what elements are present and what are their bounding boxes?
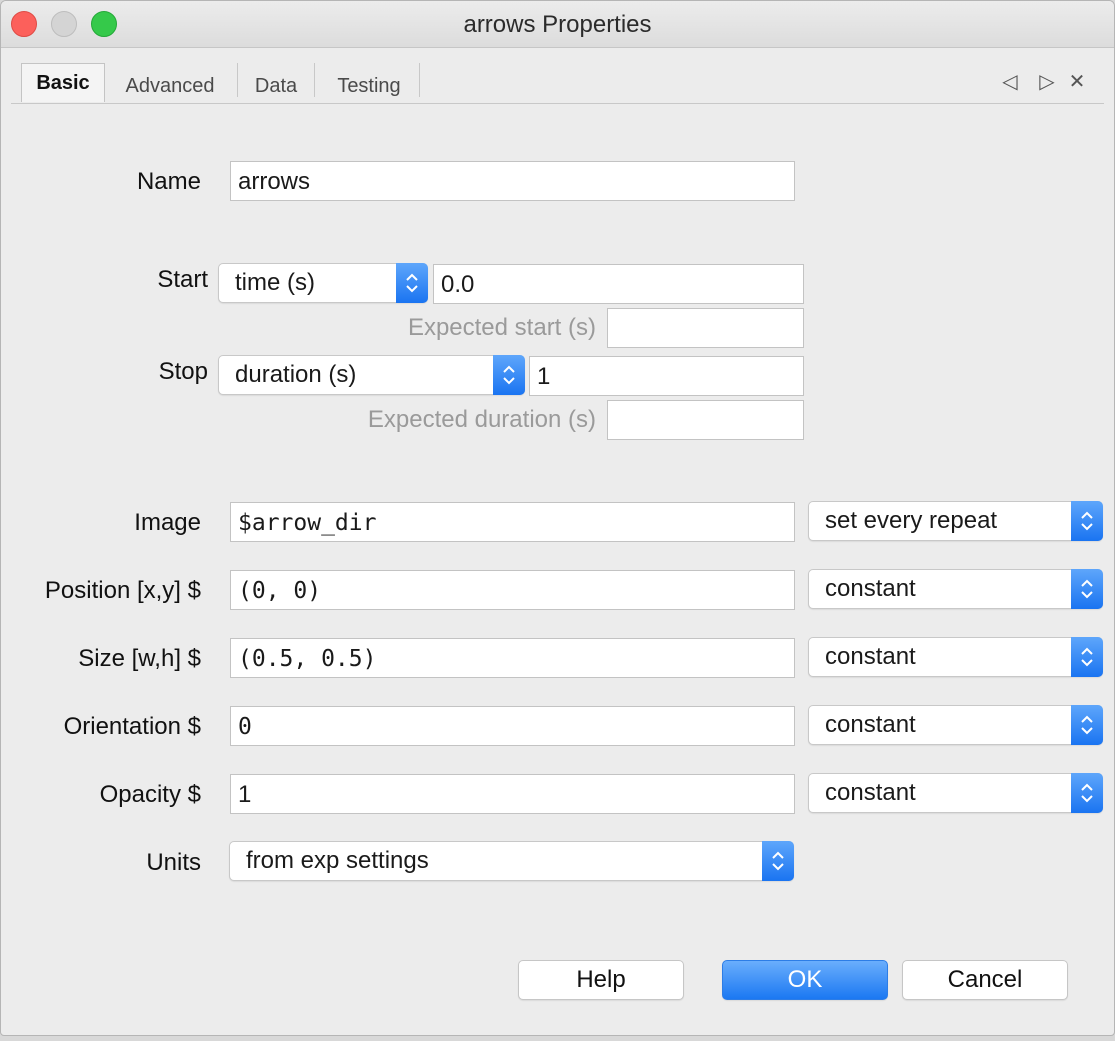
- ok-button[interactable]: OK: [722, 960, 888, 1000]
- tab-next-icon[interactable]: ▷: [1035, 69, 1059, 94]
- start-label: Start: [157, 266, 208, 293]
- units-select[interactable]: from exp settings: [229, 841, 794, 881]
- position-update-select[interactable]: constant: [808, 569, 1103, 609]
- window-title: arrows Properties: [463, 11, 652, 38]
- position-input[interactable]: (0, 0): [230, 570, 795, 610]
- stop-label: Stop: [158, 358, 208, 385]
- orientation-update-value: constant: [825, 711, 916, 738]
- tab-separator: [314, 63, 315, 97]
- start-type-value: time (s): [235, 269, 315, 296]
- stepper-arrows-icon: [1071, 569, 1103, 609]
- size-label: Size [w,h] $: [78, 645, 201, 672]
- stepper-arrows-icon: [493, 355, 525, 395]
- help-button[interactable]: Help: [518, 960, 684, 1000]
- size-update-select[interactable]: constant: [808, 637, 1103, 677]
- tab-basic[interactable]: Basic: [21, 63, 105, 102]
- expected-duration-label: Expected duration (s): [367, 406, 596, 433]
- image-input[interactable]: $arrow_dir: [230, 502, 795, 542]
- tab-advanced[interactable]: Advanced: [107, 67, 233, 101]
- name-label: Name: [136, 168, 201, 195]
- stop-type-value: duration (s): [235, 361, 357, 388]
- stepper-arrows-icon: [1071, 637, 1103, 677]
- name-input[interactable]: arrows: [230, 161, 795, 201]
- stepper-arrows-icon: [1071, 705, 1103, 745]
- opacity-update-select[interactable]: constant: [808, 773, 1103, 813]
- stop-type-select[interactable]: duration (s): [218, 355, 525, 395]
- position-label: Position [x,y] $: [44, 577, 201, 604]
- start-type-select[interactable]: time (s): [218, 263, 428, 303]
- expected-duration-input[interactable]: [607, 400, 804, 440]
- opacity-input[interactable]: 1: [230, 774, 795, 814]
- stepper-arrows-icon: [1071, 501, 1103, 541]
- tab-prev-icon[interactable]: ◁: [998, 69, 1022, 94]
- opacity-update-value: constant: [825, 779, 916, 806]
- image-label: Image: [134, 509, 201, 536]
- start-value-input[interactable]: 0.0: [433, 264, 804, 304]
- size-input[interactable]: (0.5, 0.5): [230, 638, 795, 678]
- title-bar: arrows Properties: [1, 1, 1114, 48]
- position-update-value: constant: [825, 575, 916, 602]
- stepper-arrows-icon: [1071, 773, 1103, 813]
- orientation-input[interactable]: 0: [230, 706, 795, 746]
- units-value: from exp settings: [246, 847, 429, 874]
- image-update-select[interactable]: set every repeat: [808, 501, 1103, 541]
- stop-value-input[interactable]: 1: [529, 356, 804, 396]
- properties-dialog: arrows Properties Basic Advanced Data Te…: [0, 0, 1115, 1036]
- units-label: Units: [146, 849, 201, 876]
- image-update-value: set every repeat: [825, 507, 998, 534]
- expected-start-input[interactable]: [607, 308, 804, 348]
- expected-start-label: Expected start (s): [407, 314, 596, 341]
- basic-panel: Name arrows Start time (s) 0.0 Expected …: [11, 103, 1104, 1035]
- opacity-label: Opacity $: [99, 781, 201, 808]
- tab-close-icon[interactable]: ✕: [1065, 69, 1089, 94]
- tab-testing[interactable]: Testing: [318, 67, 420, 101]
- tab-separator: [419, 63, 420, 97]
- cancel-button[interactable]: Cancel: [902, 960, 1068, 1000]
- stepper-arrows-icon: [762, 841, 794, 881]
- tab-separator: [237, 63, 238, 97]
- tab-bar: Basic Advanced Data Testing ◁ ▷ ✕: [11, 63, 1104, 103]
- tab-data[interactable]: Data: [241, 67, 311, 101]
- orientation-label: Orientation $: [63, 713, 201, 740]
- size-update-value: constant: [825, 643, 916, 670]
- orientation-update-select[interactable]: constant: [808, 705, 1103, 745]
- stepper-arrows-icon: [396, 263, 428, 303]
